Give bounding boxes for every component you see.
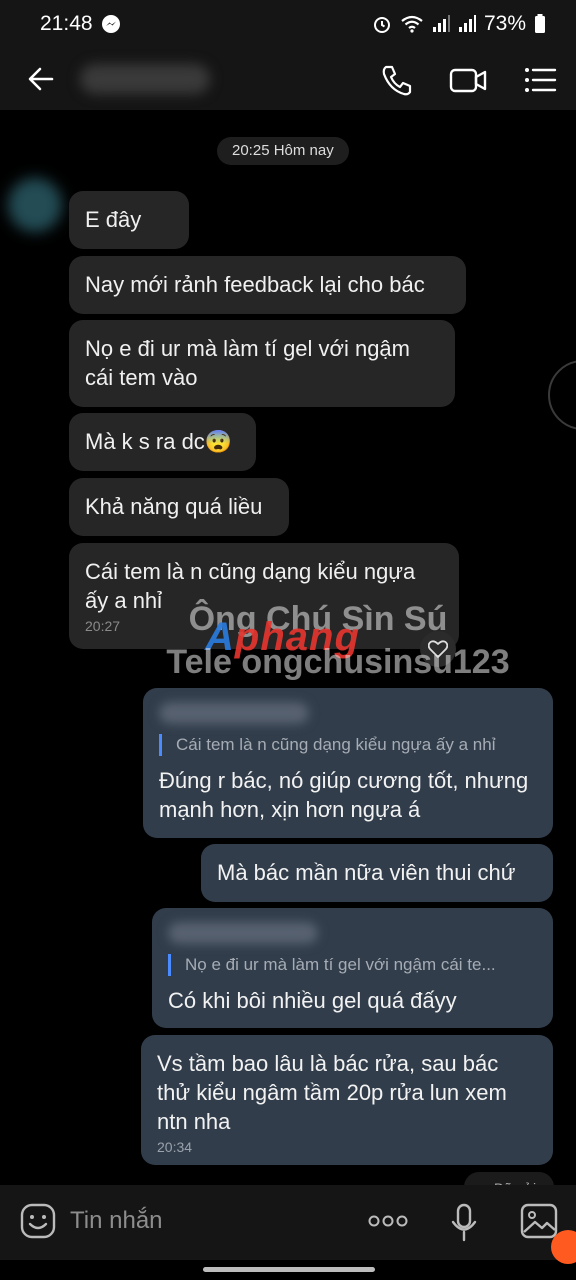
chat-header <box>0 48 576 110</box>
more-options-icon[interactable] <box>368 1213 408 1229</box>
signal-2-icon <box>458 15 476 32</box>
phone-icon[interactable] <box>377 60 417 100</box>
video-call-icon[interactable] <box>448 60 488 100</box>
reply-sender-redacted <box>168 922 318 944</box>
emoji-icon[interactable] <box>20 1203 56 1239</box>
message-text: Mà bác mần nữa viên thui chứ <box>217 860 516 885</box>
message-text: Nay mới rảnh feedback lại cho bác <box>85 272 425 297</box>
clock: 21:48 <box>40 12 93 35</box>
date-separator: 20:25 Hôm nay <box>217 137 349 165</box>
back-arrow-icon[interactable] <box>24 62 58 96</box>
message-text: Nọ e đi ur mà làm tí gel với ngậm cái te… <box>85 336 410 390</box>
avatar[interactable] <box>8 178 62 232</box>
incoming-message[interactable]: Nay mới rảnh feedback lại cho bác <box>69 256 466 314</box>
message-text: Có khi bôi nhiều gel quá đấyy <box>168 988 457 1013</box>
message-text: Khả năng quá liều <box>85 494 263 519</box>
image-gallery-icon[interactable] <box>520 1203 558 1239</box>
microphone-icon[interactable] <box>450 1203 478 1243</box>
floating-circle-edge <box>548 360 576 430</box>
message-list[interactable]: 20:25 Hôm nay E đây Nay mới rảnh feedbac… <box>0 110 576 1185</box>
alarm-icon <box>373 17 390 33</box>
outgoing-message[interactable]: Mà bác mần nữa viên thui chứ <box>201 844 553 902</box>
battery-icon <box>535 14 545 33</box>
reply-sender-redacted <box>159 702 309 724</box>
menu-icon[interactable] <box>520 60 560 100</box>
home-indicator[interactable] <box>203 1267 375 1272</box>
incoming-message[interactable]: Khả năng quá liều <box>69 478 289 536</box>
quoted-message[interactable]: Nọ e đi ur mà làm tí gel với ngậm cái te… <box>168 954 537 976</box>
incoming-message[interactable]: Nọ e đi ur mà làm tí gel với ngậm cái te… <box>69 320 455 407</box>
message-time: 20:34 <box>157 1139 193 1155</box>
message-text: Mà k s ra dc😨 <box>85 429 233 454</box>
watermark-line-2: Tele ongchusinsu123 <box>166 643 510 681</box>
message-input[interactable]: Tin nhắn <box>70 1207 163 1235</box>
messenger-notification-icon <box>101 15 120 33</box>
wifi-icon <box>401 15 423 33</box>
outgoing-message[interactable]: Vs tầm bao lâu là bác rửa, sau bác thử k… <box>141 1035 553 1165</box>
battery-percent: 73% <box>483 12 526 35</box>
message-text: Vs tầm bao lâu là bác rửa, sau bác thử k… <box>157 1051 507 1134</box>
quoted-message[interactable]: Cái tem là n cũng dạng kiểu ngựa ấy a nh… <box>159 734 537 756</box>
outgoing-message[interactable]: Nọ e đi ur mà làm tí gel với ngậm cái te… <box>152 908 553 1028</box>
status-bar: 21:48 73% <box>0 0 576 48</box>
outgoing-message[interactable]: Cái tem là n cũng dạng kiểu ngựa ấy a nh… <box>143 688 553 838</box>
contact-name-redacted[interactable] <box>80 64 210 94</box>
incoming-message[interactable]: Mà k s ra dc😨 <box>69 413 256 471</box>
sent-status: Đã gửi <box>464 1172 554 1185</box>
composer: Tin nhắn <box>0 1185 576 1260</box>
signal-1-icon <box>432 15 450 32</box>
incoming-message[interactable]: E đây <box>69 191 189 249</box>
message-text: E đây <box>85 207 142 232</box>
message-text: Đúng r bác, nó giúp cương tốt, nhưng mạn… <box>159 768 529 822</box>
